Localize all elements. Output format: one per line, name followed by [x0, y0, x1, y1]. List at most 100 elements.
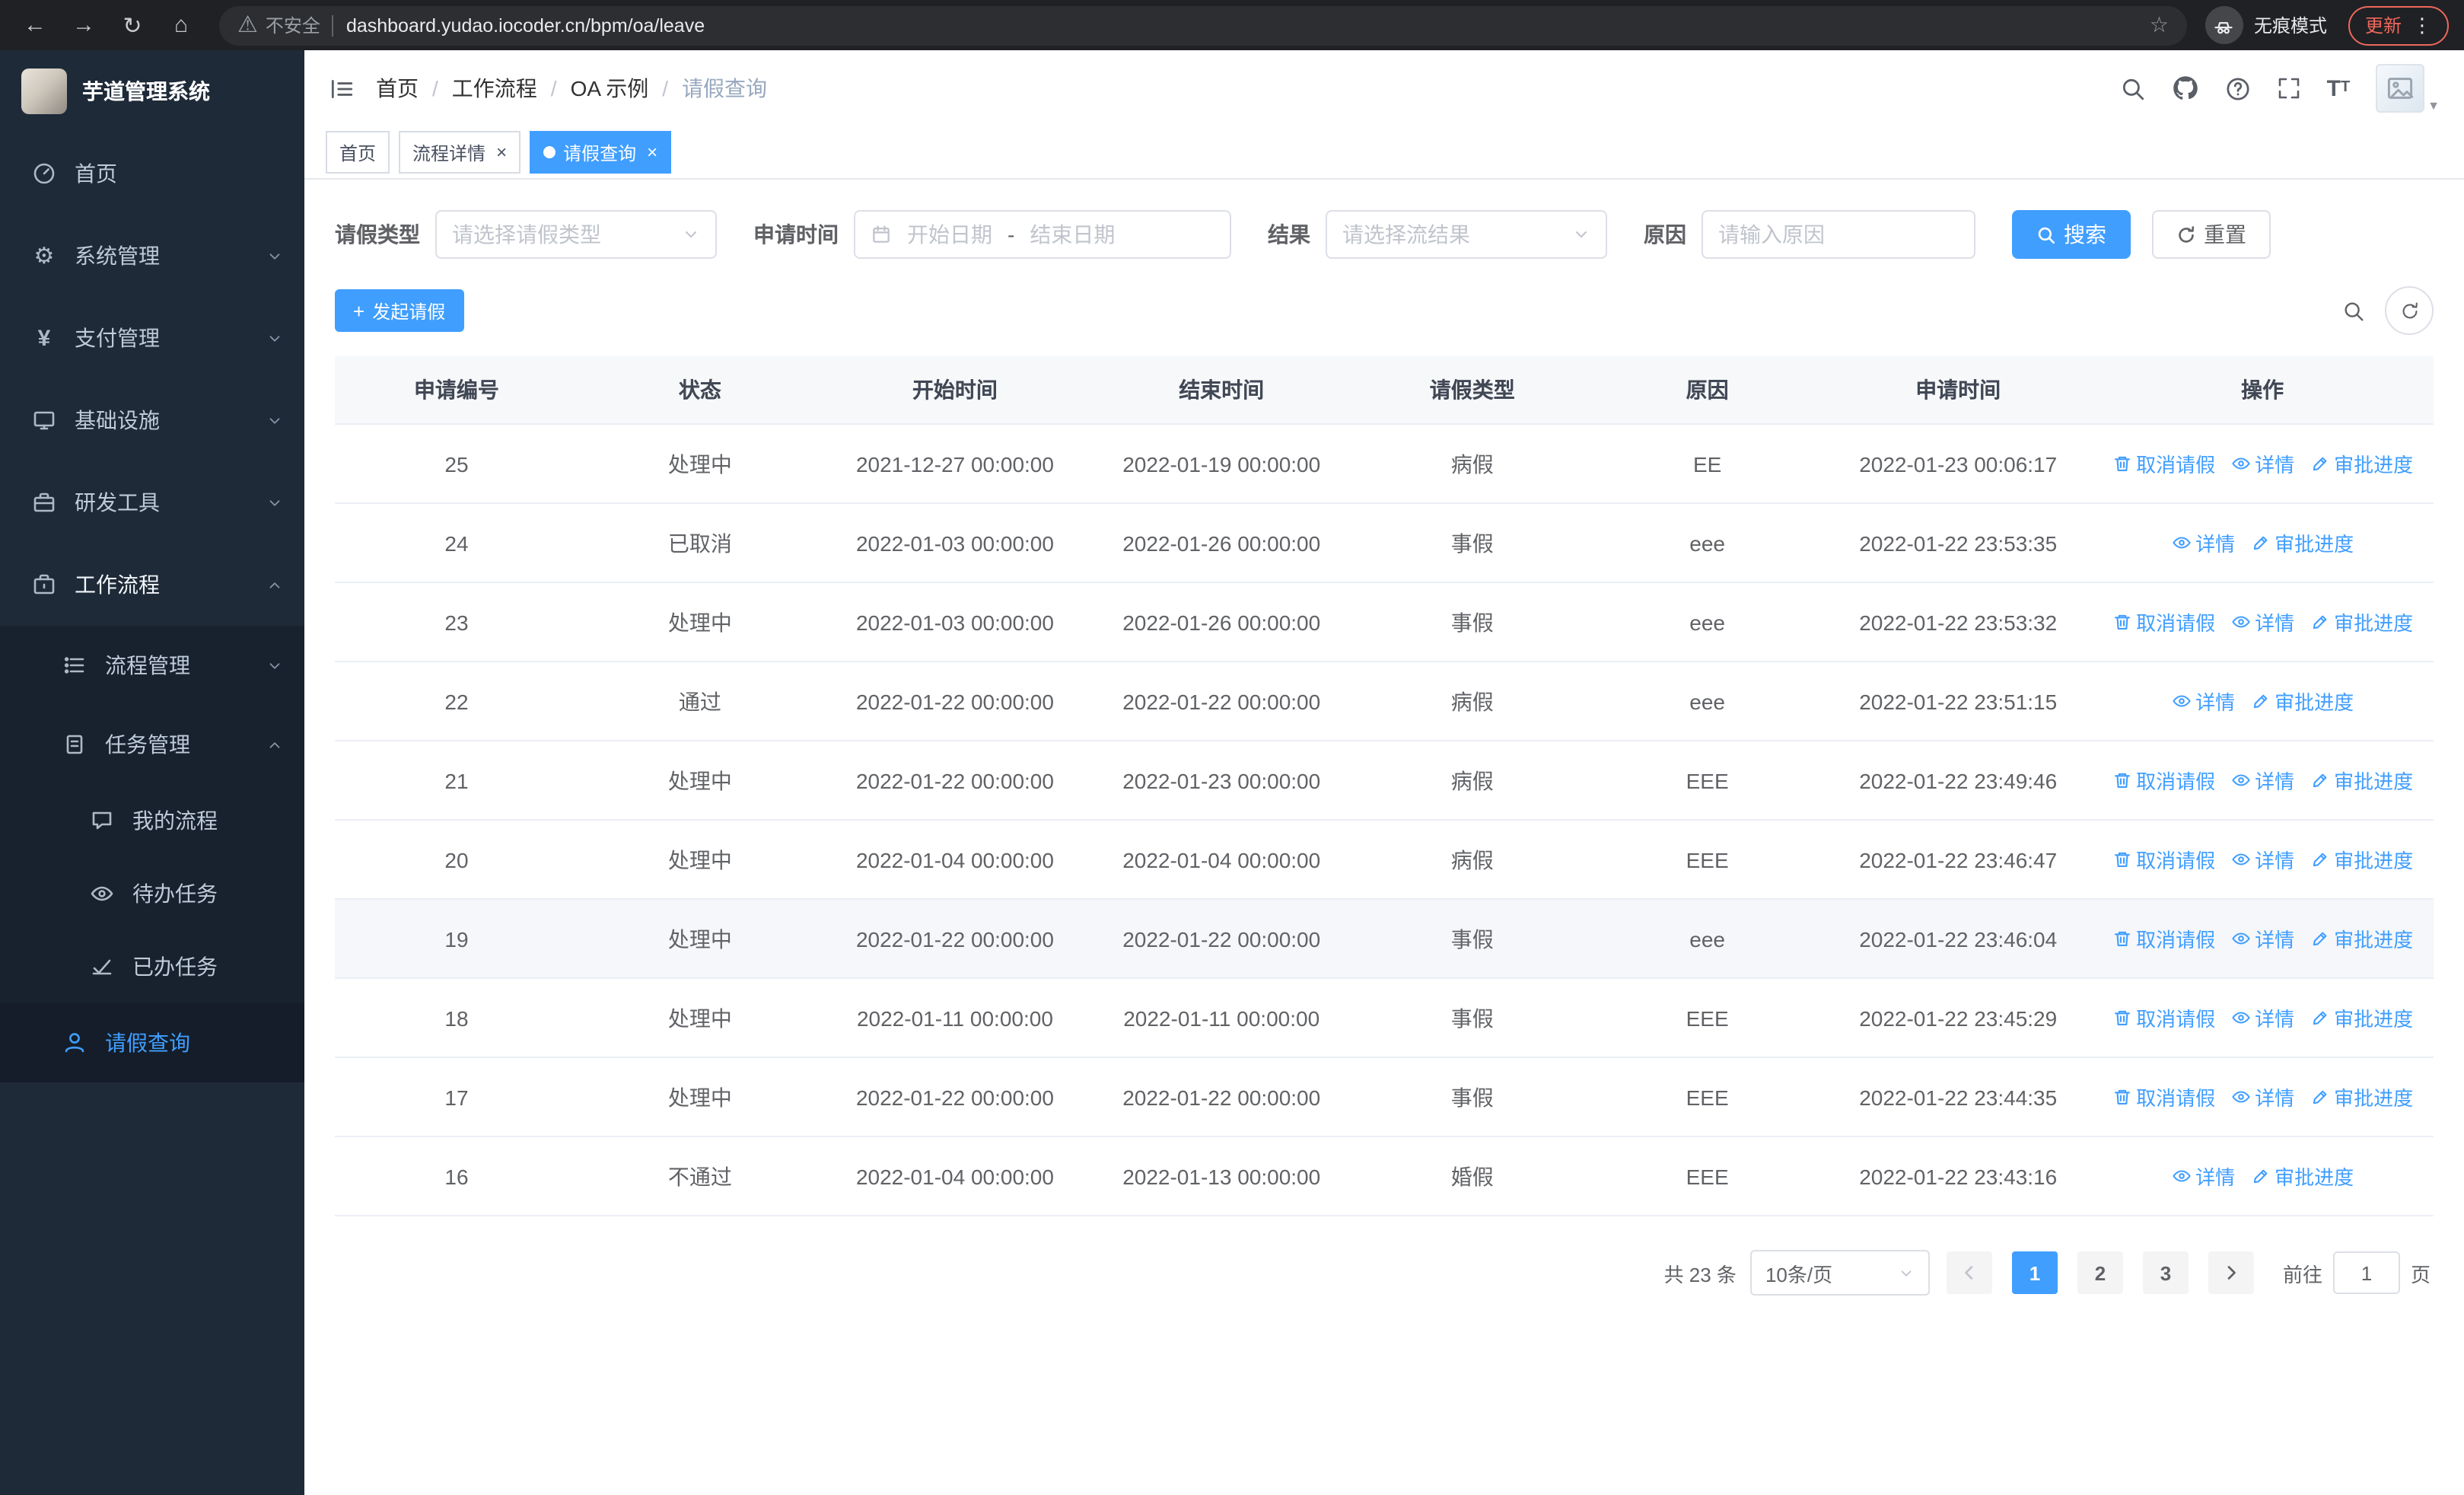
chevron-left-icon: [1965, 1266, 1973, 1280]
bookmark-star-icon[interactable]: ☆: [2150, 12, 2169, 38]
sidebar-item-infrastructure[interactable]: 基础设施: [0, 379, 304, 461]
detail-action-link[interactable]: 详情: [2230, 924, 2294, 953]
reset-button[interactable]: 重置: [2152, 210, 2271, 259]
security-chip[interactable]: ⚠ 不安全: [237, 12, 320, 38]
help-icon[interactable]: [2225, 75, 2251, 101]
cell-type: 事假: [1355, 503, 1590, 583]
progress-action-link[interactable]: 审批进度: [2250, 687, 2354, 716]
page-size-select[interactable]: 10条/页: [1749, 1250, 1930, 1296]
browser-menu-icon[interactable]: ⋮: [2412, 13, 2432, 37]
cell-start: 2022-01-03 00:00:00: [821, 582, 1089, 662]
sidebar-item-todo-tasks[interactable]: 待办任务: [0, 857, 304, 930]
address-bar[interactable]: ⚠ 不安全 dashboard.yudao.iocoder.cn/bpm/oa/…: [219, 5, 2187, 45]
goto-page-input[interactable]: [2332, 1251, 2400, 1294]
detail-action-link[interactable]: 详情: [2230, 766, 2294, 795]
progress-action-link[interactable]: 审批进度: [2310, 607, 2413, 636]
sidebar-item-my-processes[interactable]: 我的流程: [0, 784, 304, 857]
result-select[interactable]: 请选择流结果: [1326, 210, 1607, 259]
cancel-action-link[interactable]: 取消请假: [2112, 845, 2215, 874]
detail-action-link[interactable]: 详情: [2230, 845, 2294, 874]
detail-action-link[interactable]: 详情: [2230, 449, 2294, 478]
progress-action-link[interactable]: 审批进度: [2310, 924, 2413, 953]
create-leave-button[interactable]: + 发起请假: [335, 289, 464, 332]
sidebar-item-system[interactable]: ⚙ 系统管理: [0, 215, 304, 297]
sidebar-item-task-management[interactable]: 任务管理: [0, 705, 304, 784]
toolbox-icon: [30, 490, 58, 515]
tab-process-detail[interactable]: 流程详情 ×: [399, 131, 521, 174]
app-logo[interactable]: 芋道管理系统: [0, 50, 304, 132]
progress-action-link[interactable]: 审批进度: [2310, 766, 2413, 795]
cell-status: 处理中: [578, 741, 822, 821]
browser-reload-icon[interactable]: ↻: [113, 11, 152, 39]
tab-leave-query[interactable]: 请假查询 ×: [530, 131, 672, 174]
sidebar-item-process-management[interactable]: 流程管理: [0, 626, 304, 705]
sidebar-item-home[interactable]: 首页: [0, 132, 304, 215]
cell-status: 处理中: [578, 978, 822, 1058]
progress-action-link[interactable]: 审批进度: [2310, 449, 2413, 478]
page-button-1[interactable]: 1: [2011, 1251, 2058, 1294]
sidebar-item-label: 任务管理: [105, 732, 190, 757]
browser-forward-icon[interactable]: →: [64, 12, 103, 38]
browser-home-icon[interactable]: ⌂: [161, 12, 201, 38]
cell-reason: EEE: [1590, 1057, 1826, 1137]
page-button-2[interactable]: 2: [2077, 1251, 2123, 1294]
progress-action-link[interactable]: 审批进度: [2310, 1003, 2413, 1032]
detail-action-link[interactable]: 详情: [2230, 607, 2294, 636]
date-range-picker[interactable]: 开始日期 - 结束日期: [854, 210, 1231, 259]
cell-type: 病假: [1355, 741, 1590, 821]
cell-start: 2022-01-22 00:00:00: [821, 899, 1089, 979]
progress-action-link[interactable]: 审批进度: [2310, 1082, 2413, 1111]
search-icon[interactable]: [2120, 75, 2146, 101]
toggle-search-icon[interactable]: [2342, 299, 2365, 322]
cell-id: 24: [335, 503, 578, 583]
browser-back-icon[interactable]: ←: [15, 12, 55, 38]
sidebar-item-payment[interactable]: ¥ 支付管理: [0, 297, 304, 379]
detail-action-link[interactable]: 详情: [2171, 1162, 2235, 1191]
cell-actions: 详情 审批进度: [2091, 661, 2434, 741]
cell-start: 2022-01-22 00:00:00: [821, 741, 1089, 821]
sidebar-item-devtools[interactable]: 研发工具: [0, 461, 304, 543]
detail-action-link[interactable]: 详情: [2230, 1003, 2294, 1032]
tab-close-icon[interactable]: ×: [496, 142, 507, 163]
detail-action-link[interactable]: 详情: [2171, 687, 2235, 716]
search-button[interactable]: 搜索: [2012, 210, 2131, 259]
breadcrumb-item[interactable]: OA 示例: [571, 73, 649, 104]
prev-page-button[interactable]: [1946, 1251, 1992, 1294]
next-page-button[interactable]: [2208, 1251, 2254, 1294]
chevron-down-icon: [1576, 231, 1587, 237]
detail-action-link[interactable]: 详情: [2171, 528, 2235, 557]
leave-type-select[interactable]: 请选择请假类型: [435, 210, 717, 259]
cancel-action-link[interactable]: 取消请假: [2112, 1082, 2215, 1111]
cancel-action-link[interactable]: 取消请假: [2112, 607, 2215, 636]
progress-action-link[interactable]: 审批进度: [2310, 845, 2413, 874]
trash-icon: [2114, 456, 2130, 471]
cell-reason: EEE: [1590, 1136, 1826, 1216]
cancel-action-link[interactable]: 取消请假: [2112, 1003, 2215, 1032]
cancel-action-link[interactable]: 取消请假: [2112, 449, 2215, 478]
progress-action-link[interactable]: 审批进度: [2250, 528, 2354, 557]
browser-update-button[interactable]: 更新 ⋮: [2348, 5, 2449, 45]
cell-start: 2022-01-04 00:00:00: [821, 1136, 1089, 1216]
fullscreen-icon[interactable]: [2277, 76, 2301, 100]
page-button-3[interactable]: 3: [2142, 1251, 2189, 1294]
reason-input[interactable]: [1703, 212, 1974, 257]
sidebar-collapse-icon[interactable]: [329, 75, 355, 101]
cancel-action-link[interactable]: 取消请假: [2112, 766, 2215, 795]
sidebar-item-leave-query[interactable]: 请假查询: [0, 1003, 304, 1082]
incognito-icon: [2205, 6, 2243, 44]
avatar[interactable]: ▼: [2376, 64, 2440, 113]
tab-close-icon[interactable]: ×: [647, 142, 657, 163]
breadcrumb-item[interactable]: 工作流程: [452, 73, 537, 104]
cancel-action-link[interactable]: 取消请假: [2112, 924, 2215, 953]
sidebar-item-workflow[interactable]: 工作流程: [0, 543, 304, 626]
github-icon[interactable]: [2172, 75, 2199, 102]
cell-applied: 2022-01-23 00:06:17: [1825, 424, 2092, 504]
progress-action-link[interactable]: 审批进度: [2250, 1162, 2354, 1191]
breadcrumb-item[interactable]: 首页: [376, 73, 419, 104]
sidebar-item-label: 首页: [75, 161, 117, 186]
detail-action-link[interactable]: 详情: [2230, 1082, 2294, 1111]
refresh-table-button[interactable]: [2385, 286, 2434, 335]
font-size-icon[interactable]: TT: [2327, 77, 2351, 100]
sidebar-item-done-tasks[interactable]: 已办任务: [0, 930, 304, 1003]
tab-home[interactable]: 首页: [326, 131, 390, 174]
